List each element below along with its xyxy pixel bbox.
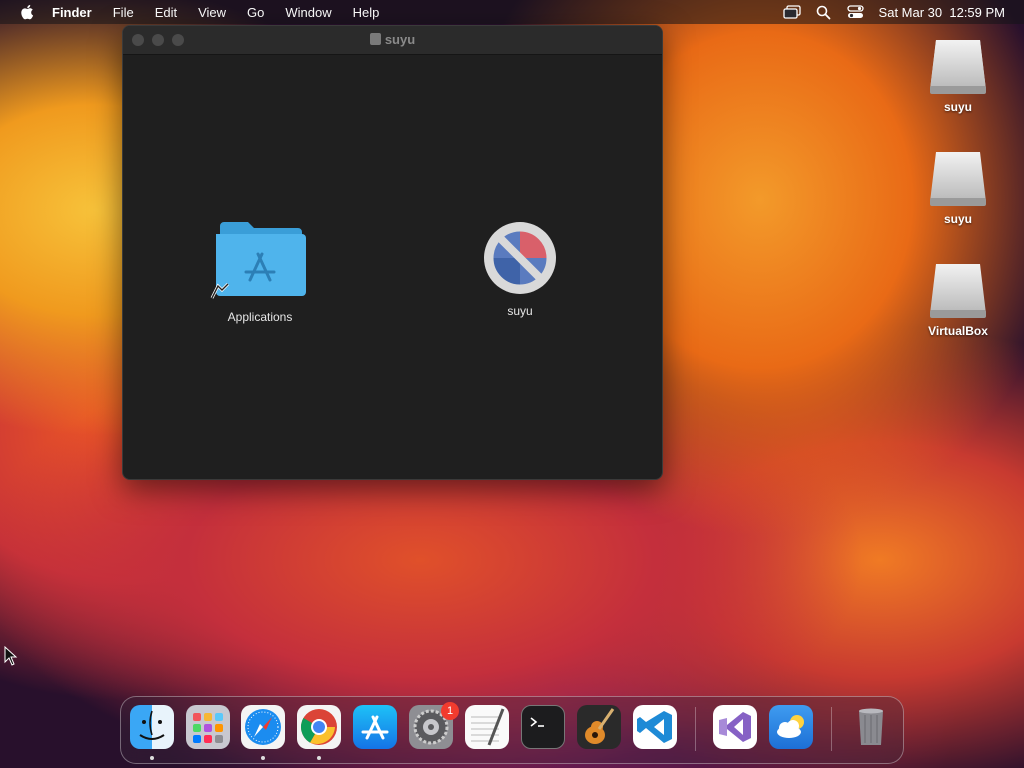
window-titlebar[interactable]: suyu <box>123 26 662 55</box>
screen-mirroring-icon[interactable] <box>782 4 801 20</box>
external-drive-icon <box>930 40 986 94</box>
menu-clock[interactable]: Sat Mar 30 12:59 PM <box>879 5 1005 20</box>
disk-image-icon <box>369 33 381 45</box>
drive-label: VirtualBox <box>928 324 988 338</box>
desktop-drive-suyu-1[interactable]: suyu <box>913 34 1003 114</box>
menu-window[interactable]: Window <box>285 5 331 20</box>
external-drive-icon <box>930 264 986 318</box>
trash-icon[interactable] <box>849 705 893 749</box>
spotlight-search-icon[interactable] <box>815 4 833 20</box>
running-indicator <box>261 756 265 760</box>
drive-label: suyu <box>943 100 972 114</box>
app-store-icon[interactable] <box>353 705 397 749</box>
notification-badge: 1 <box>441 702 459 720</box>
dock <box>120 696 904 764</box>
menu-bar: Finder File Edit View Go Window Help Sat… <box>0 0 1024 24</box>
weather-icon[interactable] <box>769 705 813 749</box>
prohibited-app-icon <box>484 222 556 294</box>
menu-edit[interactable]: Edit <box>155 5 177 20</box>
visual-studio-icon[interactable] <box>713 705 757 749</box>
applications-label: Applications <box>227 310 293 324</box>
window-title: suyu <box>123 32 662 47</box>
finder-window: suyu Applications suyu <box>122 25 663 480</box>
suyu-app-item[interactable]: suyu <box>465 218 575 318</box>
drive-label: suyu <box>943 212 972 226</box>
running-indicator <box>150 756 154 760</box>
chrome-icon[interactable] <box>297 705 341 749</box>
dock-separator <box>695 707 696 751</box>
safari-icon[interactable] <box>241 705 285 749</box>
menu-go[interactable]: Go <box>247 5 264 20</box>
apple-menu-icon[interactable] <box>20 4 34 20</box>
control-center-icon[interactable] <box>847 4 865 20</box>
suyu-label: suyu <box>507 304 533 318</box>
garageband-icon[interactable] <box>577 705 621 749</box>
menu-file[interactable]: File <box>113 5 134 20</box>
running-indicator <box>317 756 321 760</box>
applications-folder-item[interactable]: Applications <box>205 214 315 324</box>
desktop-drive-suyu-2[interactable]: suyu <box>913 146 1003 226</box>
menu-view[interactable]: View <box>198 5 226 20</box>
menu-help[interactable]: Help <box>353 5 380 20</box>
desktop-drive-virtualbox[interactable]: VirtualBox <box>913 258 1003 338</box>
terminal-icon[interactable] <box>521 705 565 749</box>
mouse-cursor-icon <box>4 646 18 666</box>
vscode-icon[interactable] <box>633 705 677 749</box>
textedit-icon[interactable] <box>465 705 509 749</box>
menu-app-name[interactable]: Finder <box>52 5 92 20</box>
finder-icon[interactable] <box>130 705 174 749</box>
launchpad-icon[interactable] <box>186 705 230 749</box>
applications-folder-alias-icon <box>210 222 306 299</box>
dock-separator <box>831 707 832 751</box>
external-drive-icon <box>930 152 986 206</box>
